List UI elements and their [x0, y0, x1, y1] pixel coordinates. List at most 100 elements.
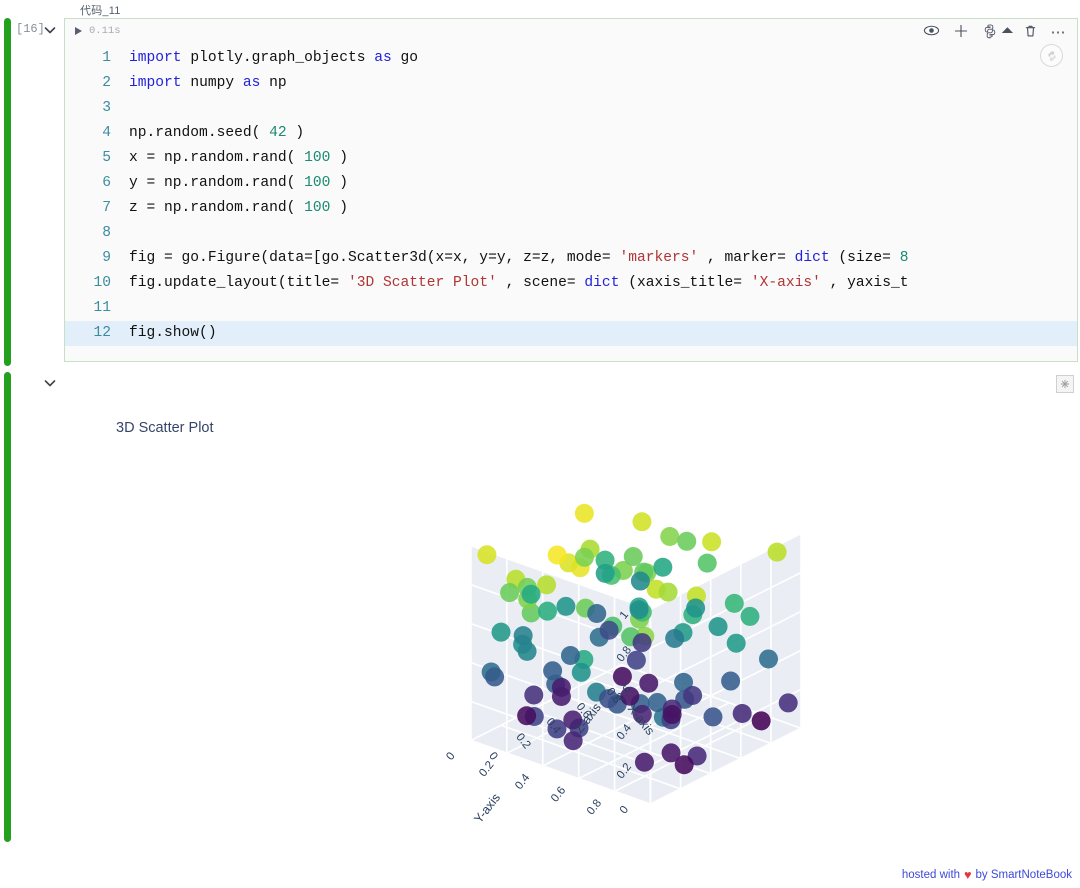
code-token: , scene= — [496, 275, 585, 291]
data-point — [686, 598, 706, 618]
code-line: 7 z = np.random.rand( 100 ) — [65, 196, 1077, 221]
code-token: , yaxis_t — [820, 275, 909, 291]
data-point — [571, 662, 591, 682]
data-point — [639, 673, 659, 693]
data-point — [702, 532, 722, 552]
axis-tick-label: 0.8 — [585, 797, 604, 817]
code-token: z = np.random.rand( — [129, 200, 305, 216]
code-token: np.random.seed( — [129, 125, 270, 141]
heart-icon: ♥ — [964, 868, 972, 882]
eye-icon[interactable] — [923, 22, 940, 44]
python-kernel-icon[interactable] — [982, 23, 998, 44]
data-point — [721, 671, 741, 691]
scatter3d-plot[interactable]: 0 0.2 0.4 0.6 0.8 1 0 0.2 0.4 0.6 0.8 0 0.2 0.4 0.6 0.8… — [64, 442, 1078, 832]
snapshot-icon[interactable] — [1056, 375, 1074, 393]
code-line-number: 8 — [102, 225, 111, 241]
code-line-number: 9 — [102, 250, 111, 266]
code-line-number: 2 — [102, 75, 111, 91]
axis-tick-label: 0.2 — [477, 759, 496, 779]
execution-count: [16] — [16, 22, 45, 36]
code-line-number: 3 — [102, 100, 111, 116]
data-point — [623, 547, 643, 567]
code-line: 6 y = np.random.rand( 100 ) — [65, 171, 1077, 196]
code-token: (xaxis_title= — [619, 275, 751, 291]
code-line-number: 11 — [93, 300, 111, 316]
output-cell: 3D Scatter Plot 0 0.2 0.4 0.6 0.8 1 0 0.2 0.4 0.6… — [64, 372, 1078, 840]
data-point — [629, 600, 649, 620]
kernel-dropdown-caret-icon[interactable] — [1001, 27, 1013, 39]
code-line: 12 fig.show() — [65, 321, 1077, 346]
code-token: 100 — [304, 200, 331, 216]
code-line: 3 — [65, 96, 1077, 121]
data-point — [634, 752, 654, 772]
plus-icon[interactable] — [953, 23, 969, 44]
axis-tick-label: 0.4 — [513, 771, 533, 791]
data-point — [732, 704, 752, 724]
trash-icon[interactable] — [1023, 23, 1038, 44]
data-point — [500, 583, 520, 603]
data-point — [740, 606, 760, 626]
code-line-number: 1 — [102, 50, 111, 66]
code-token: 100 — [304, 175, 331, 191]
axis-tick-label: 0 — [618, 804, 631, 816]
data-point — [708, 617, 728, 637]
data-point — [547, 545, 567, 565]
code-token: (size= — [829, 250, 900, 266]
data-point — [778, 693, 798, 713]
code-token: x = np.random.rand( — [129, 150, 305, 166]
data-point — [574, 503, 594, 523]
data-point — [521, 584, 541, 604]
data-point — [632, 512, 652, 532]
data-point — [665, 628, 685, 648]
data-point — [556, 596, 576, 616]
data-point — [726, 633, 746, 653]
code-token: go — [400, 50, 419, 66]
code-token: 100 — [304, 150, 331, 166]
code-token: as — [374, 50, 401, 66]
more-options-ellipsis-icon[interactable]: ⋯ — [1051, 25, 1068, 40]
collapse-code-chevron-down-icon[interactable] — [42, 22, 58, 38]
output-cell-gutter-bar — [4, 372, 11, 842]
cell-runtime: 0.11s — [89, 25, 121, 37]
data-point — [683, 685, 703, 705]
code-token: plotly.graph_objects — [190, 50, 375, 66]
code-cell-gutter-bar — [4, 18, 11, 366]
code-line: 9 fig = go.Figure(data=[go.Scatter3d(x=x,… — [65, 246, 1077, 271]
data-point — [599, 620, 619, 640]
plot-title: 3D Scatter Plot — [116, 420, 214, 436]
code-line: 1 import plotly.graph_objects as go — [65, 46, 1077, 71]
data-point — [658, 582, 678, 602]
code-editor-text[interactable]: 1 import plotly.graph_objects as go 2 impor… — [65, 43, 1077, 346]
code-token: ) — [286, 125, 305, 141]
axis-tick-label: 0.6 — [549, 785, 568, 805]
y-axis-title: Y-axis — [471, 791, 503, 826]
data-point — [517, 641, 537, 661]
code-line-number: 4 — [102, 125, 111, 141]
code-token: fig = go.Figure(data=[go.Scatter3d(x=x, … — [129, 250, 620, 266]
data-point — [632, 633, 652, 653]
code-token: , marker= — [698, 250, 795, 266]
code-cell[interactable]: 0.11s ⋯ 1 import plotly.graph_objects as … — [64, 18, 1078, 362]
code-token: np — [269, 75, 287, 91]
data-point — [491, 622, 511, 642]
data-point — [517, 706, 537, 726]
footer-credit: hosted with ♥ by SmartNoteBook — [902, 868, 1072, 882]
code-token: y = np.random.rand( — [129, 175, 305, 191]
code-line: 11 — [65, 296, 1077, 321]
kernel-status-avatar[interactable] — [1040, 44, 1063, 67]
data-point — [524, 685, 544, 705]
code-token: 8 — [899, 250, 909, 266]
run-cell-play-icon[interactable] — [75, 27, 82, 35]
code-line-number: 12 — [93, 325, 111, 341]
data-point — [537, 601, 557, 621]
data-point — [485, 667, 505, 687]
code-token: as — [242, 75, 270, 91]
collapse-output-chevron-down-icon[interactable] — [42, 375, 58, 391]
axis-tick-label: 0 — [444, 750, 457, 762]
code-token: import — [129, 50, 191, 66]
code-token: ) — [330, 200, 348, 216]
data-point — [697, 553, 717, 573]
code-token: numpy — [190, 75, 243, 91]
data-point — [513, 626, 533, 646]
data-point — [751, 711, 771, 731]
